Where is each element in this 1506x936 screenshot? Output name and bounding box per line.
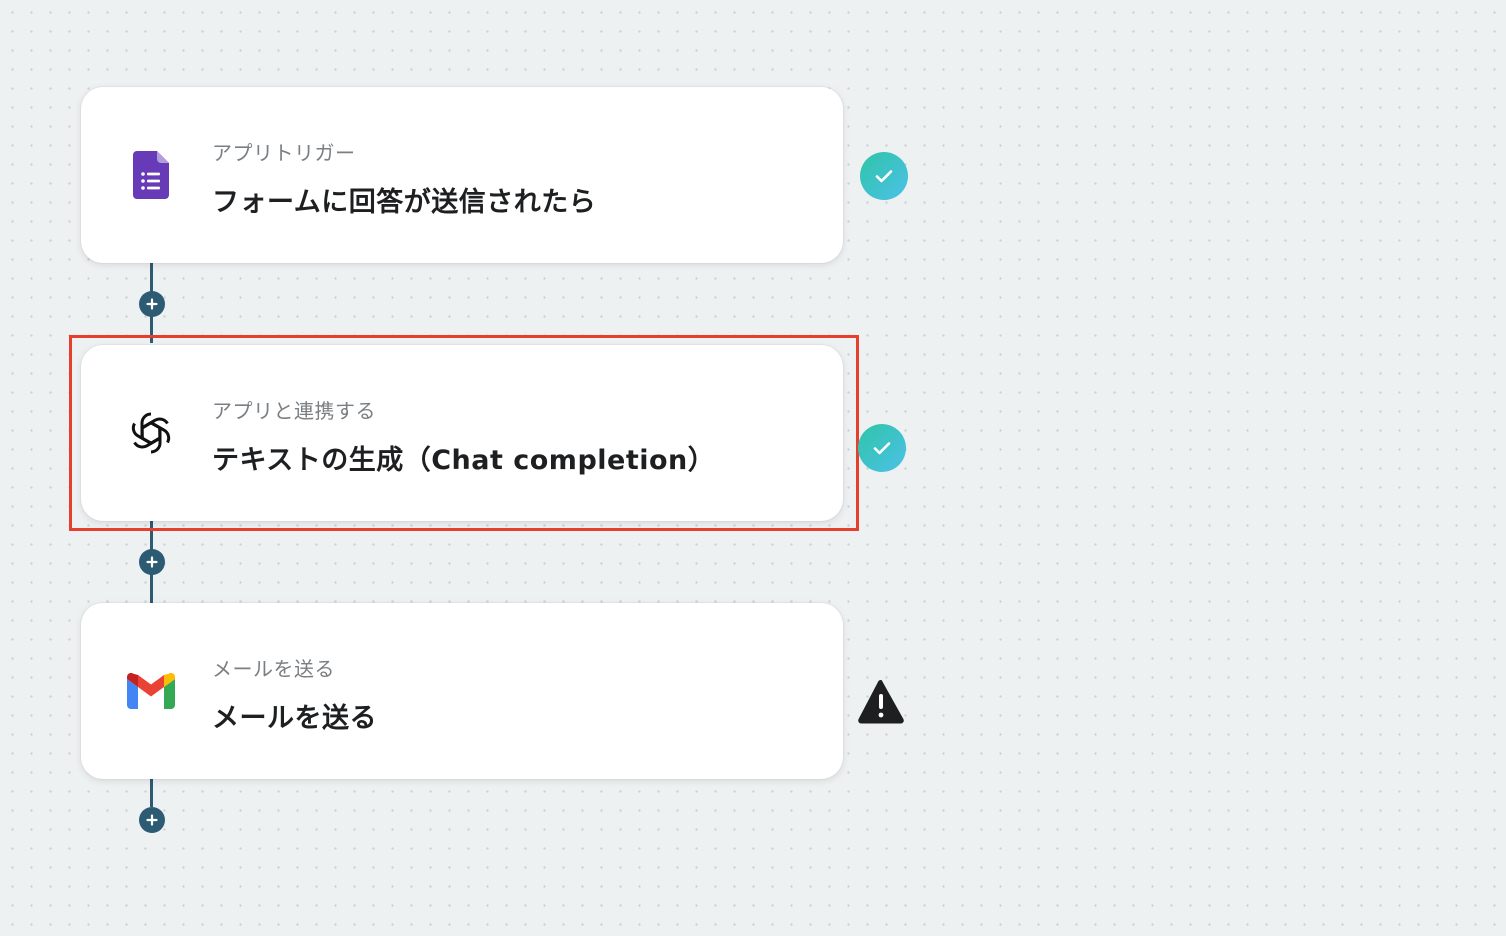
connector-line xyxy=(150,779,153,807)
add-step-button[interactable] xyxy=(139,291,165,317)
step-type-label: メールを送る xyxy=(212,657,335,681)
add-step-button[interactable] xyxy=(139,807,165,833)
check-icon xyxy=(858,424,906,472)
google-forms-icon xyxy=(125,149,177,201)
step-card-form-trigger[interactable]: アプリトリガー フォームに回答が送信されたら xyxy=(81,87,843,263)
plus-icon xyxy=(146,298,158,310)
step-title: テキストの生成（Chat completion） xyxy=(212,445,716,476)
plus-icon xyxy=(146,556,158,568)
workflow-canvas: アプリトリガー フォームに回答が送信されたら アプリと連携する テキストの生成（… xyxy=(0,0,1506,936)
step-title: メールを送る xyxy=(212,703,377,734)
step-type-label: アプリトリガー xyxy=(212,141,356,165)
plus-icon xyxy=(146,814,158,826)
add-step-button[interactable] xyxy=(139,549,165,575)
gmail-icon xyxy=(125,665,177,717)
openai-icon xyxy=(125,407,177,459)
step-type-label: アプリと連携する xyxy=(212,399,376,423)
warning-icon xyxy=(857,677,905,725)
check-icon xyxy=(860,152,908,200)
step-card-send-mail[interactable]: メールを送る メールを送る xyxy=(81,603,843,779)
step-card-text-generation[interactable]: アプリと連携する テキストの生成（Chat completion） xyxy=(81,345,843,521)
step-title: フォームに回答が送信されたら xyxy=(212,187,597,218)
